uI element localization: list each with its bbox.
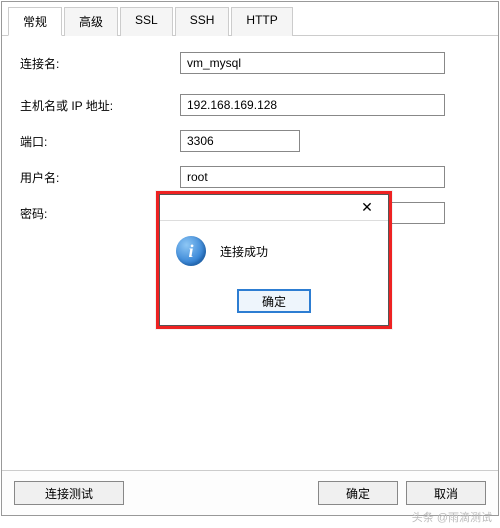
input-user[interactable] <box>180 166 445 188</box>
label-port: 端口: <box>20 133 180 150</box>
input-connection-name[interactable] <box>180 52 445 74</box>
info-icon: i <box>176 236 206 266</box>
tab-http[interactable]: HTTP <box>231 7 292 36</box>
input-host[interactable] <box>180 94 445 116</box>
dialog-ok-button[interactable]: 确定 <box>237 289 311 313</box>
highlight-frame: ✕ i 连接成功 确定 <box>156 191 392 329</box>
ok-button[interactable]: 确定 <box>318 481 398 505</box>
dialog-message: 连接成功 <box>220 243 268 260</box>
cancel-button[interactable]: 取消 <box>406 481 486 505</box>
dialog-button-row: 确定 <box>160 281 388 325</box>
tab-ssl[interactable]: SSL <box>120 7 173 36</box>
message-dialog: ✕ i 连接成功 确定 <box>159 194 389 326</box>
input-port[interactable] <box>180 130 300 152</box>
watermark: 头条 @雨滴测试 <box>412 509 492 525</box>
dialog-titlebar: ✕ <box>160 195 388 221</box>
dialog-body: i 连接成功 <box>160 221 388 281</box>
tab-bar: 常规 高级 SSL SSH HTTP <box>2 2 498 36</box>
tab-advanced[interactable]: 高级 <box>64 7 118 36</box>
label-user: 用户名: <box>20 169 180 186</box>
label-connection-name: 连接名: <box>20 55 180 72</box>
tab-ssh[interactable]: SSH <box>175 7 230 36</box>
close-icon[interactable]: ✕ <box>350 197 384 219</box>
label-host: 主机名或 IP 地址: <box>20 97 180 114</box>
tab-general[interactable]: 常规 <box>8 7 62 36</box>
test-connection-button[interactable]: 连接测试 <box>14 481 124 505</box>
